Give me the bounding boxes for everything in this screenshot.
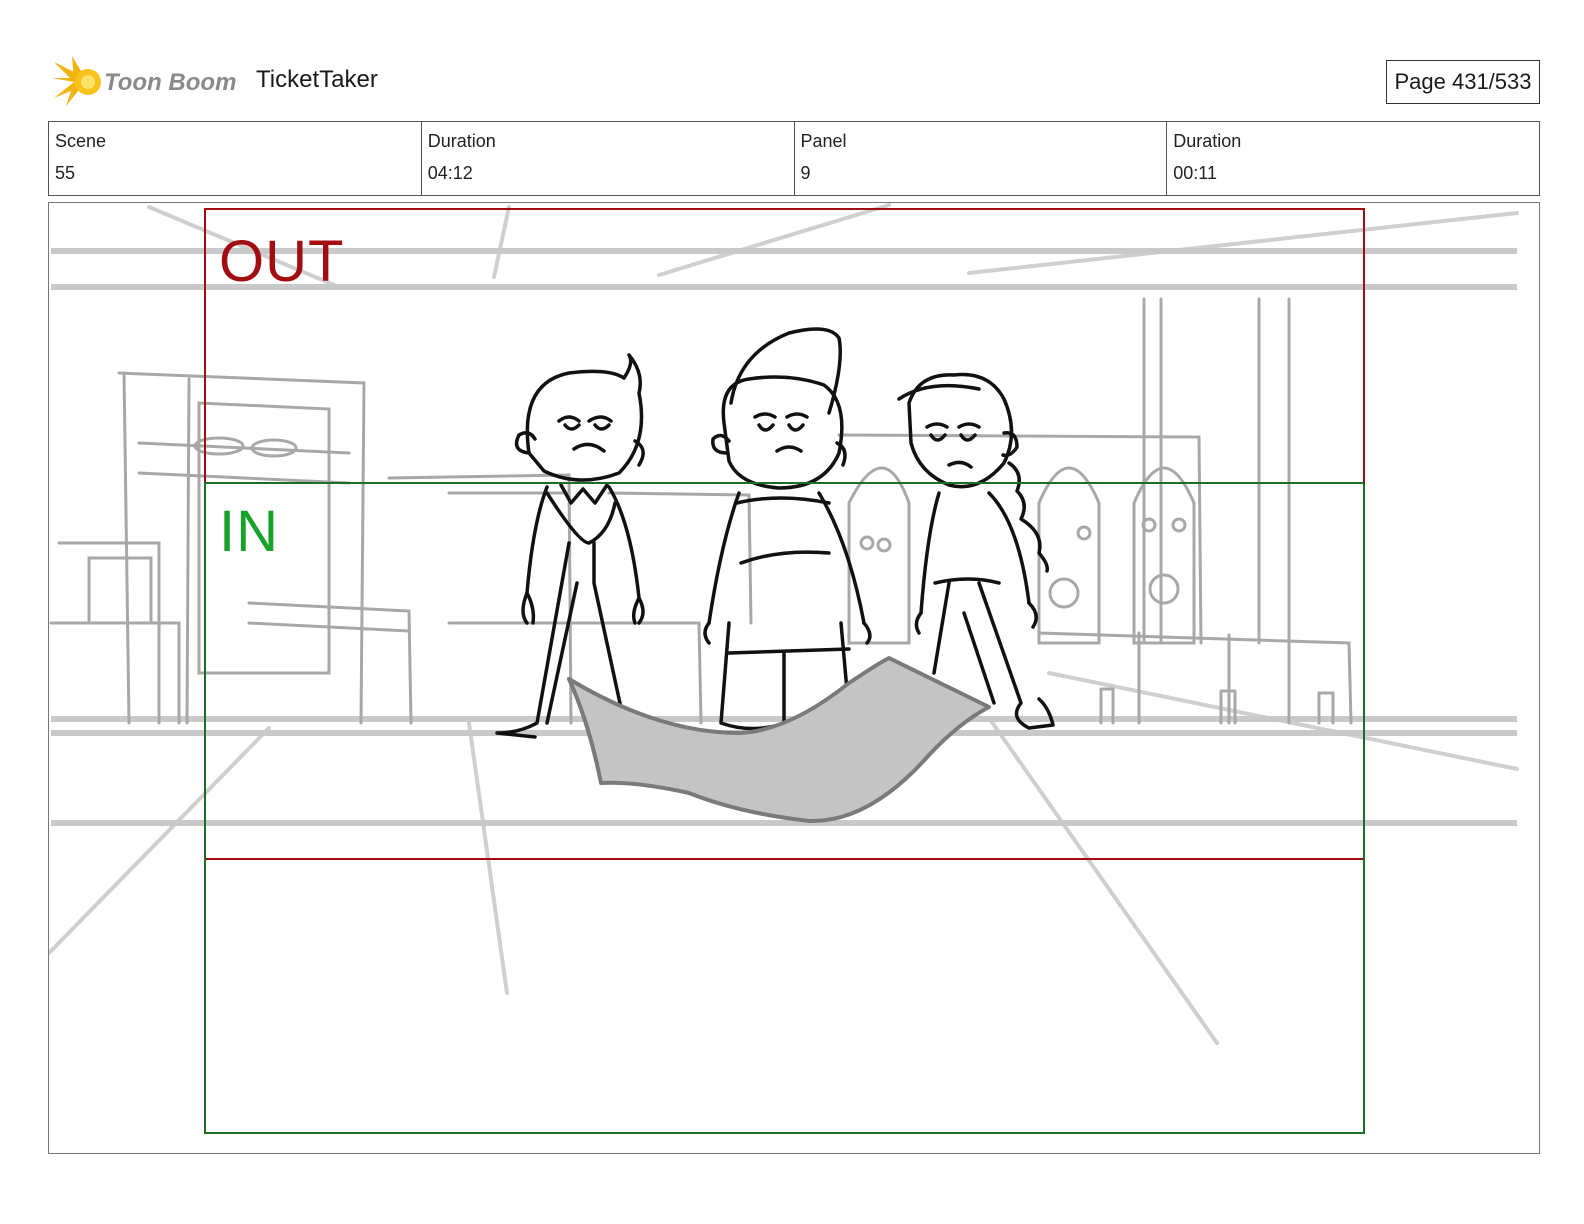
logo-star-icon: Toon Boom — [52, 56, 236, 106]
storyboard-panel: OUT IN — [48, 202, 1540, 1154]
panel-duration-cell: Duration 00:11 — [1167, 122, 1539, 195]
scene-value: 55 — [55, 163, 76, 183]
panel-cell: Panel 9 — [795, 122, 1168, 195]
scene-label: Scene — [55, 131, 107, 151]
scene-duration-label: Duration — [427, 131, 496, 151]
page-indicator: Page 431/533 — [1386, 60, 1540, 104]
character-middle — [703, 327, 872, 731]
panel-duration-value: 00:11 — [1173, 163, 1217, 183]
rug-shape — [567, 656, 991, 824]
scene-cell: Scene 55 — [49, 122, 422, 195]
panel-label: Panel — [800, 131, 847, 151]
project-title: TicketTaker — [256, 66, 378, 93]
toon-boom-logo: Toon Boom — [52, 56, 242, 108]
scene-duration-cell: Duration 04:12 — [422, 122, 795, 195]
logo-text: Toon Boom — [104, 69, 236, 96]
panel-value: 9 — [800, 163, 811, 183]
out-frame-label: OUT — [219, 229, 345, 294]
panel-duration-label: Duration — [1173, 131, 1242, 151]
panel-sketch — [49, 203, 1519, 1134]
panel-info-table: Scene 55 Duration 04:12 Panel 9 Duration… — [48, 121, 1540, 196]
in-frame-label: IN — [219, 499, 279, 564]
scene-duration-value: 04:12 — [427, 163, 473, 183]
